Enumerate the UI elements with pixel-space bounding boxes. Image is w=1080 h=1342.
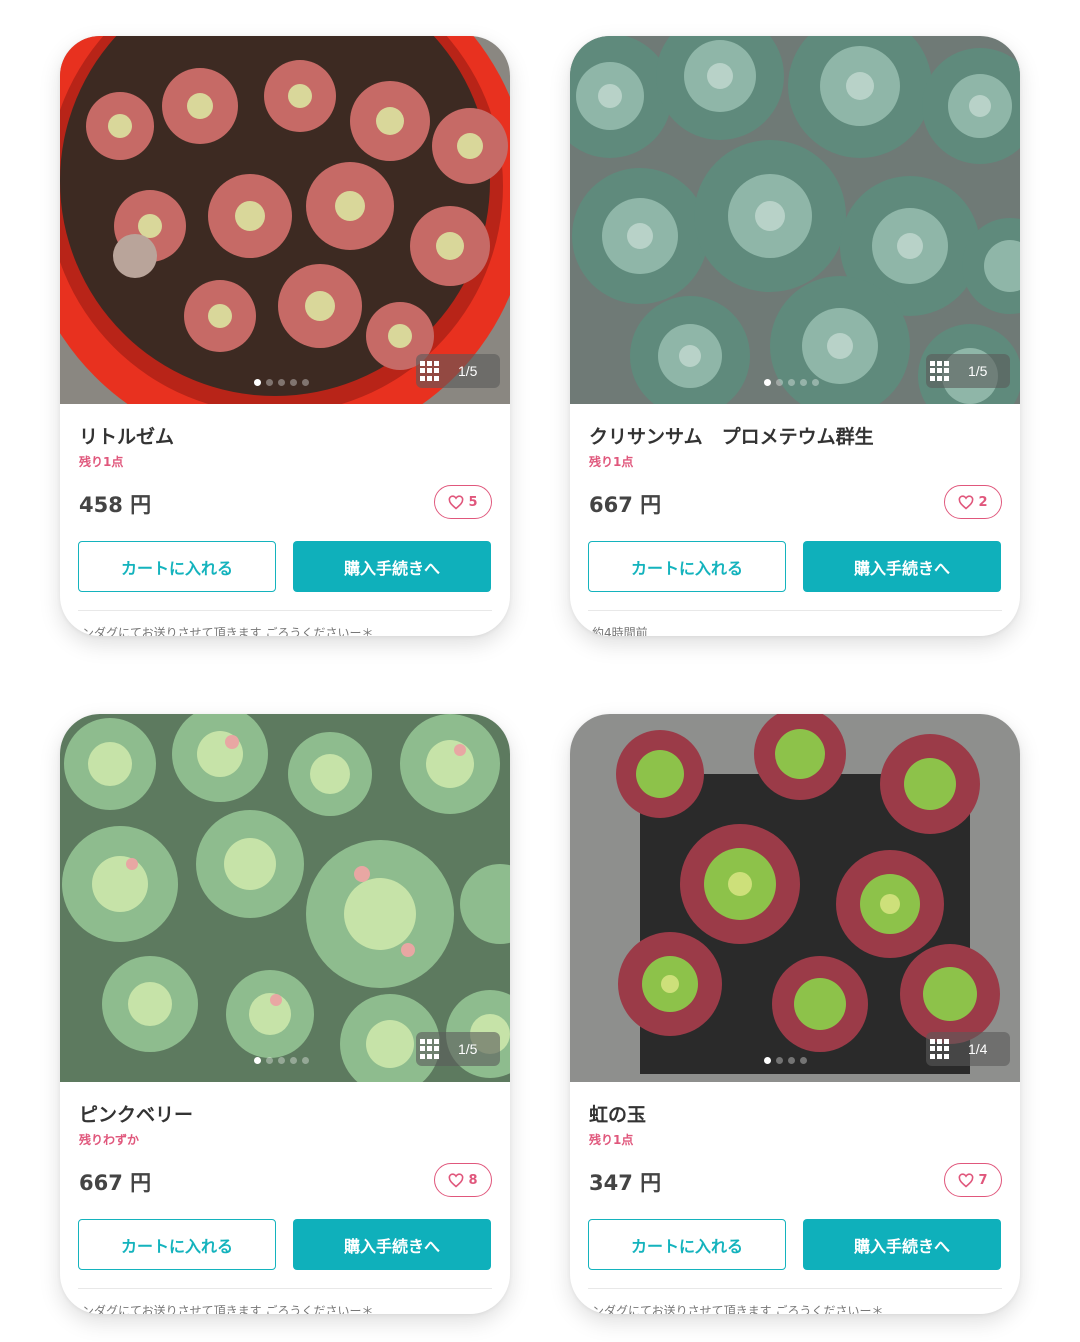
carousel-dot[interactable]	[788, 379, 795, 386]
image-counter-text: 1/5	[968, 363, 988, 379]
carousel-dot[interactable]	[290, 1057, 297, 1064]
like-button[interactable]: 2	[944, 485, 1002, 519]
succulent-photo	[570, 36, 1020, 404]
grid-icon	[930, 1039, 950, 1059]
carousel-dot[interactable]	[788, 1057, 795, 1064]
image-counter-text: 1/4	[968, 1041, 988, 1057]
carousel-dot[interactable]	[278, 1057, 285, 1064]
image-counter[interactable]: 1/5	[416, 1032, 500, 1066]
carousel-dot[interactable]	[302, 1057, 309, 1064]
product-title[interactable]: ピンクベリー	[79, 1100, 193, 1127]
product-card[interactable]: 1/5 ピンクベリー 残りわずか 667 円 8 カートに入れる 購入手続きへ …	[60, 714, 510, 1314]
product-price: 347 円	[589, 1171, 662, 1195]
heart-icon	[959, 494, 974, 510]
succulent-photo	[60, 714, 510, 1082]
stock-status: 残りわずか	[79, 1133, 140, 1147]
image-counter[interactable]: 1/4	[926, 1032, 1010, 1066]
image-counter-text: 1/5	[458, 1041, 478, 1057]
carousel-dot[interactable]	[800, 379, 807, 386]
carousel-dot[interactable]	[278, 379, 285, 386]
carousel-dot[interactable]	[302, 379, 309, 386]
carousel-dot[interactable]	[776, 379, 783, 386]
carousel-dot[interactable]	[254, 1057, 261, 1064]
image-counter[interactable]: 1/5	[926, 354, 1010, 388]
product-photo[interactable]: 1/5	[60, 36, 510, 404]
add-to-cart-button[interactable]: カートに入れる	[78, 541, 276, 592]
succulent-photo	[60, 36, 510, 404]
divider	[588, 610, 1002, 611]
divider	[588, 1288, 1002, 1289]
carousel-dot[interactable]	[812, 379, 819, 386]
product-price: 458 円	[79, 493, 152, 517]
checkout-button[interactable]: 購入手続きへ	[293, 541, 491, 592]
product-card[interactable]: 1/5 リトルゼム 残り1点 458 円 5 カートに入れる 購入手続きへ ンダ…	[60, 36, 510, 636]
product-photo[interactable]: 1/5	[570, 36, 1020, 404]
stock-status: 残り1点	[79, 455, 124, 469]
like-count: 5	[468, 494, 478, 510]
heart-icon	[449, 494, 464, 510]
divider	[78, 1288, 492, 1289]
grid-icon	[420, 1039, 440, 1059]
product-title[interactable]: リトルゼム	[79, 422, 174, 449]
heart-icon	[449, 1172, 464, 1188]
add-to-cart-button[interactable]: カートに入れる	[588, 541, 786, 592]
divider	[78, 610, 492, 611]
grid-icon	[930, 361, 950, 381]
product-card[interactable]: 1/5 クリサンサム プロメテウム群生 残り1点 667 円 2 カートに入れる…	[570, 36, 1020, 636]
like-button[interactable]: 5	[434, 485, 492, 519]
checkout-button[interactable]: 購入手続きへ	[293, 1219, 491, 1270]
like-count: 2	[978, 494, 988, 510]
carousel-dots[interactable]	[254, 1057, 309, 1065]
carousel-dot[interactable]	[764, 379, 771, 386]
description-snippet: ンダグにてお送りさせて頂きます ごろうくださいー＊	[82, 626, 374, 636]
image-counter-text: 1/5	[458, 363, 478, 379]
product-title[interactable]: 虹の玉	[589, 1100, 646, 1127]
product-photo[interactable]: 1/5	[60, 714, 510, 1082]
carousel-dots[interactable]	[254, 379, 309, 387]
carousel-dots[interactable]	[764, 379, 819, 387]
like-button[interactable]: 7	[944, 1163, 1002, 1197]
description-snippet: ンダグにてお送りさせて頂きます ごろうくださいー＊	[592, 1304, 884, 1314]
carousel-dot[interactable]	[266, 379, 273, 386]
carousel-dot[interactable]	[290, 379, 297, 386]
carousel-dots[interactable]	[764, 1057, 807, 1065]
checkout-button[interactable]: 購入手続きへ	[803, 1219, 1001, 1270]
add-to-cart-button[interactable]: カートに入れる	[588, 1219, 786, 1270]
image-counter[interactable]: 1/5	[416, 354, 500, 388]
add-to-cart-button[interactable]: カートに入れる	[78, 1219, 276, 1270]
checkout-button[interactable]: 購入手続きへ	[803, 541, 1001, 592]
description-snippet: 約4時間前	[592, 626, 648, 636]
carousel-dot[interactable]	[764, 1057, 771, 1064]
succulent-photo	[570, 714, 1020, 1082]
product-grid: 1/5 リトルゼム 残り1点 458 円 5 カートに入れる 購入手続きへ ンダ…	[0, 0, 1080, 1342]
product-photo[interactable]: 1/4	[570, 714, 1020, 1082]
carousel-dot[interactable]	[254, 379, 261, 386]
product-price: 667 円	[79, 1171, 152, 1195]
product-title[interactable]: クリサンサム プロメテウム群生	[589, 422, 874, 449]
description-snippet: ンダグにてお送りさせて頂きます ごろうくださいー＊	[82, 1304, 374, 1314]
like-count: 7	[978, 1172, 988, 1188]
stock-status: 残り1点	[589, 455, 634, 469]
stock-status: 残り1点	[589, 1133, 634, 1147]
like-count: 8	[468, 1172, 478, 1188]
carousel-dot[interactable]	[266, 1057, 273, 1064]
carousel-dot[interactable]	[776, 1057, 783, 1064]
heart-icon	[959, 1172, 974, 1188]
like-button[interactable]: 8	[434, 1163, 492, 1197]
grid-icon	[420, 361, 440, 381]
product-price: 667 円	[589, 493, 662, 517]
carousel-dot[interactable]	[800, 1057, 807, 1064]
product-card[interactable]: 1/4 虹の玉 残り1点 347 円 7 カートに入れる 購入手続きへ ンダグに…	[570, 714, 1020, 1314]
